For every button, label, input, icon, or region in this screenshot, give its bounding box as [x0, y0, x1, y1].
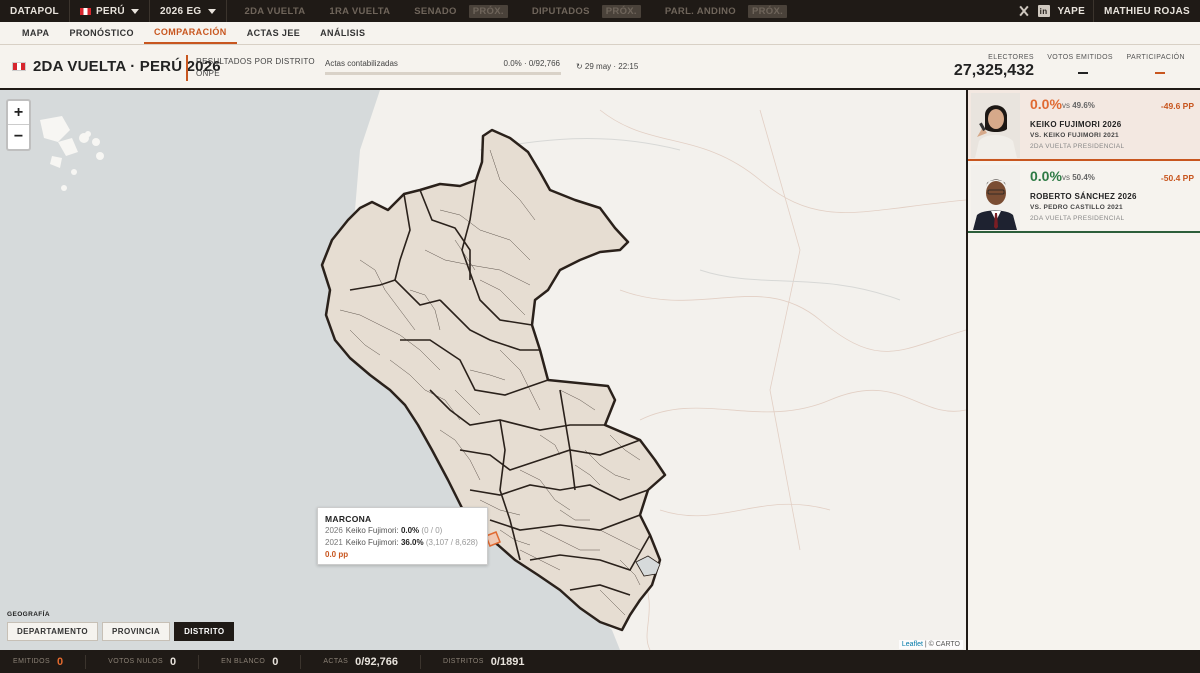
votos-nulos-total: VOTOS NULOS 0 [108, 655, 177, 668]
tab-comparacion[interactable]: COMPARACIÓN [143, 22, 237, 44]
tooltip-row-2021: 2021 Keiko Fujimori: 36.0% (3,107 / 8,628… [325, 538, 478, 547]
participacion-stat: PARTICIPACIÓN [1127, 54, 1186, 79]
candidate-photo-avatar [971, 93, 1020, 158]
pp-delta: -49.6 PP [1160, 101, 1194, 111]
geo-departamento-button[interactable]: DEPARTAMENTO [7, 622, 99, 641]
x-icon[interactable] [1018, 5, 1030, 17]
geography-label: GEOGRAFÍA [7, 611, 50, 618]
map-canvas[interactable] [0, 90, 966, 650]
chevron-down-icon [207, 8, 216, 14]
divider [186, 55, 188, 81]
candidate-pct: 0.0% [1030, 168, 1062, 184]
divider [419, 654, 421, 669]
tab-pronostico[interactable]: PRONÓSTICO [59, 22, 144, 44]
peru-flag-icon [12, 62, 26, 71]
empty-value-dash [1155, 72, 1165, 74]
nav-senado[interactable]: SENADO PRÓX. [408, 4, 514, 18]
yape-link[interactable]: YAPE [1058, 6, 1086, 17]
candidate-card-keiko[interactable]: 0.0% vs 49.6% -49.6 PP KEIKO FUJIMORI 20… [968, 90, 1200, 161]
comparison-name: VS. PEDRO CASTILLO 2021 [1030, 204, 1123, 211]
actas-value: 0.0% · 0/92,766 [503, 59, 560, 68]
divider [85, 654, 87, 669]
comparison-name: VS. KEIKO FUJIMORI 2021 [1030, 132, 1119, 139]
prox-badge: PRÓX. [468, 4, 508, 18]
tooltip-pp-change: 0.0 pp [325, 550, 349, 559]
pp-delta: -50.4 PP [1160, 173, 1194, 183]
top-bar: DATAPOL PERÚ 2026 EG 2DA VUELTA 1RA VUEL… [0, 0, 1200, 22]
empty-value-dash [1078, 72, 1088, 74]
votos-emitidos-stat: VOTOS EMITIDOS [1047, 54, 1113, 79]
geo-distrito-button[interactable]: DISTRITO [174, 622, 235, 641]
linkedin-icon[interactable]: in [1037, 5, 1050, 17]
candidate-name: KEIKO FUJIMORI 2026 [1030, 120, 1122, 129]
brand-logo[interactable]: DATAPOL [0, 0, 70, 22]
geography-selector: GEOGRAFÍA DEPARTAMENTO PROVINCIA DISTRIT… [7, 611, 235, 641]
electores-stat: ELECTORES 27,325,432 [953, 54, 1034, 79]
nav-1ra-vuelta[interactable]: 1RA VUELTA [323, 6, 396, 17]
tooltip-district-name: MARCONA [325, 514, 372, 524]
tooltip-row-2026: 2026 Keiko Fujimori: 0.0% (0 / 0) [325, 526, 443, 535]
results-header: 2DA VUELTA · PERÚ 2026 RESULTADOS POR DI… [0, 45, 1200, 90]
totals-bar: EMITIDOS 0 VOTOS NULOS 0 EN BLANCO 0 ACTAS 0… [0, 650, 1200, 673]
zoom-out-button[interactable]: − [8, 125, 29, 149]
tab-mapa[interactable]: MAPA [12, 22, 59, 44]
tab-actas-jee[interactable]: ACTAS JEE [237, 22, 310, 44]
candidate-name: ROBERTO SÁNCHEZ 2026 [1030, 192, 1137, 201]
prox-badge: PRÓX. [747, 4, 788, 18]
election-label: 2026 EG [159, 5, 202, 17]
election-selector[interactable]: 2026 EG [150, 0, 227, 22]
candidate-pct: 0.0% [1030, 96, 1062, 112]
social-links: in YAPE [1010, 5, 1094, 17]
comparison-pct: vs 50.4% [1062, 173, 1095, 182]
election-nav: 2DA VUELTA 1RA VUELTA SENADO PRÓX. DIPUTA… [227, 0, 800, 22]
actas-total: ACTAS 0/92,766 [323, 655, 398, 668]
top-bar-right: in YAPE MATHIEU ROJAS [1010, 0, 1200, 22]
comparison-panel: 0.0% vs 49.6% -49.6 PP KEIKO FUJIMORI 20… [966, 90, 1200, 650]
candidate-card-sanchez[interactable]: 0.0% vs 50.4% -50.4 PP ROBERTO SÁNCHEZ 2… [968, 162, 1200, 233]
distritos-total: DISTRITOS 0/1891 [442, 655, 525, 668]
en-blanco-total: EN BLANCO 0 [221, 655, 279, 668]
section-tabs: MAPA PRONÓSTICO COMPARACIÓN ACTAS JEE AN… [0, 22, 1200, 45]
emitidos-total: EMITIDOS 0 [13, 655, 64, 668]
last-update: ↻ 29 may · 22:15 [576, 62, 639, 71]
election-type: 2DA VUELTA PRESIDENCIAL [1030, 215, 1125, 222]
comparison-pct: vs 49.6% [1062, 101, 1095, 110]
election-type: 2DA VUELTA PRESIDENCIAL [1030, 143, 1125, 150]
actas-progress-bar [325, 72, 561, 75]
candidate-photo-avatar [971, 165, 1020, 230]
divider [198, 654, 200, 669]
leaflet-link[interactable]: Leaflet [902, 641, 923, 648]
zoom-in-button[interactable]: + [8, 101, 29, 125]
peru-flag-icon [79, 7, 91, 15]
country-label: PERÚ [95, 5, 125, 17]
actas-label: Actas contabilizadas [325, 59, 398, 68]
chevron-down-icon [130, 8, 139, 14]
divider [300, 654, 302, 669]
nav-diputados[interactable]: DIPUTADOS PRÓX. [526, 4, 647, 18]
source-info: RESULTADOS POR DISTRITO ONPE [196, 57, 315, 78]
results-map[interactable]: + − MARCONA 2026 Keiko Fujimori: 0.0% (0 … [0, 90, 966, 650]
map-attribution: Leaflet | © CARTO [898, 640, 963, 649]
nav-2da-vuelta[interactable]: 2DA VUELTA [239, 6, 312, 17]
nav-parl-andino[interactable]: PARL. ANDINO PRÓX. [659, 4, 793, 18]
tab-analisis[interactable]: ANÁLISIS [310, 22, 375, 44]
author-link[interactable]: MATHIEU ROJAS [1093, 0, 1200, 22]
zoom-control: + − [6, 99, 31, 151]
geo-provincia-button[interactable]: PROVINCIA [102, 622, 171, 641]
country-selector[interactable]: PERÚ [70, 0, 150, 22]
prox-badge: PRÓX. [601, 4, 641, 18]
page-title: 2DA VUELTA · PERÚ 2026 [12, 58, 221, 75]
district-tooltip: MARCONA 2026 Keiko Fujimori: 0.0% (0 / 0)… [317, 507, 488, 565]
